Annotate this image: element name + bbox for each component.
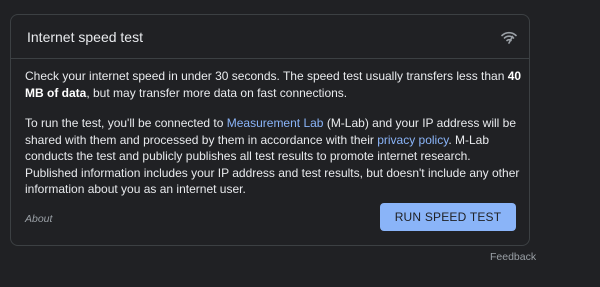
- details-paragraph: To run the test, you'll be connected to …: [25, 115, 523, 198]
- wifi-speed-icon: [501, 31, 517, 44]
- card-title: Internet speed test: [27, 29, 143, 45]
- run-speed-test-button[interactable]: RUN SPEED TEST: [380, 203, 516, 231]
- about-link[interactable]: About: [25, 213, 52, 226]
- details-text-1: To run the test, you'll be connected to: [25, 116, 227, 130]
- intro-text-end: , but may transfer more data on fast con…: [86, 85, 348, 100]
- card-header: Internet speed test: [11, 15, 529, 59]
- intro-paragraph: Check your internet speed in under 30 se…: [25, 68, 523, 101]
- feedback-link[interactable]: Feedback: [490, 251, 536, 264]
- privacy-policy-link[interactable]: privacy policy: [377, 133, 448, 147]
- measurement-lab-link[interactable]: Measurement Lab: [227, 116, 324, 130]
- intro-text: Check your internet speed in under 30 se…: [25, 69, 508, 83]
- speed-test-card: Internet speed test Check your internet …: [10, 14, 530, 246]
